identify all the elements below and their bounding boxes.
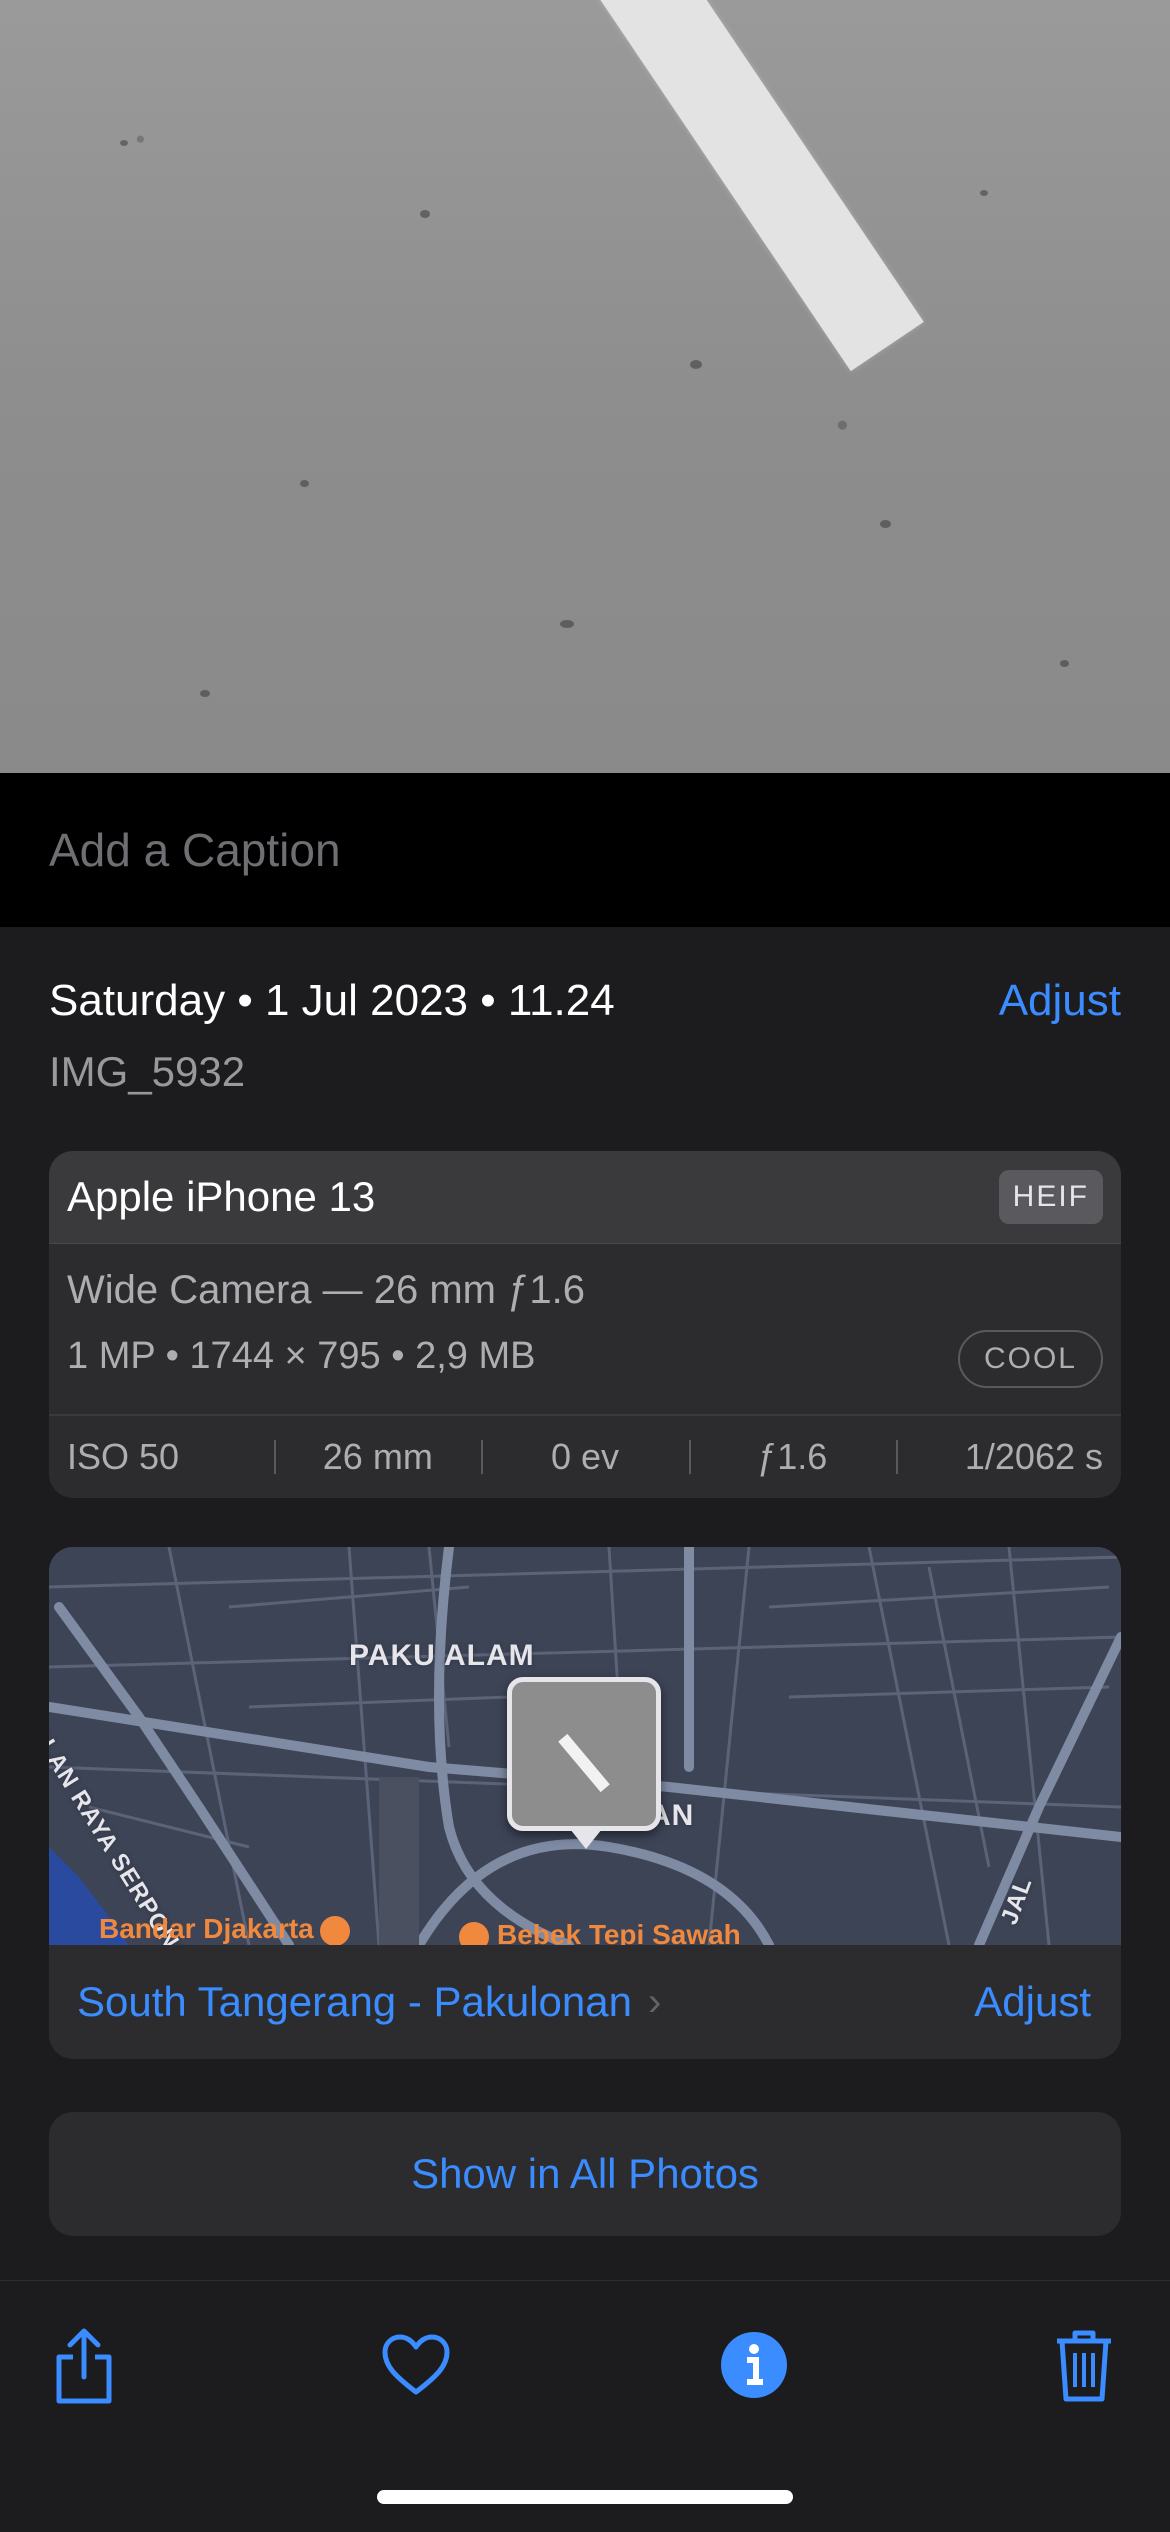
map-poi-restaurant[interactable]: Bandar Djakarta	[99, 1913, 350, 1945]
filter-badge: COOL	[957, 1330, 1103, 1388]
map-label-district: PAKU ALAM	[349, 1639, 535, 1672]
exif-focal-length: 26 mm	[274, 1436, 481, 1478]
trash-icon	[1057, 2330, 1111, 2402]
location-link[interactable]: South Tangerang - Pakulonan ›	[77, 1978, 661, 2026]
restaurant-icon	[319, 1915, 350, 1945]
format-badge: HEIF	[998, 1170, 1103, 1224]
caption-input[interactable]	[49, 823, 949, 877]
exif-exposure-bias: 0 ev	[481, 1436, 688, 1478]
location-footer: South Tangerang - Pakulonan › Adjust	[49, 1945, 1121, 2059]
adjust-location-button[interactable]: Adjust	[974, 1978, 1091, 2026]
road-marking	[560, 0, 924, 372]
info-icon	[721, 2332, 787, 2398]
photo-location-pin[interactable]	[507, 1677, 661, 1831]
camera-details: Wide Camera — 26 mm ƒ1.6 1 MP • 1744 × 7…	[49, 1243, 1121, 1413]
adjust-datetime-button[interactable]: Adjust	[999, 976, 1121, 1026]
show-in-all-photos-button[interactable]: Show in All Photos	[49, 2112, 1121, 2236]
exif-shutter-speed: 1/2062 s	[895, 1436, 1121, 1478]
exif-iso: ISO 50	[67, 1436, 180, 1477]
photo-datetime: Saturday • 1 Jul 2023 • 11.24	[49, 976, 615, 1025]
camera-model: Apple iPhone 13	[67, 1173, 376, 1220]
lens-info: Wide Camera — 26 mm ƒ1.6	[67, 1268, 585, 1312]
chevron-right-icon: ›	[647, 1979, 662, 2024]
poi-label: Bandar Djakarta	[99, 1913, 314, 1944]
photo-preview[interactable]	[0, 0, 1170, 773]
exif-aperture: ƒ1.6	[688, 1436, 896, 1478]
delete-button[interactable]	[1040, 2321, 1128, 2409]
caption-bar	[0, 773, 1170, 927]
pin-pointer	[570, 1829, 602, 1849]
favorite-button[interactable]	[372, 2321, 460, 2409]
camera-info-card: Apple iPhone 13 HEIF Wide Camera — 26 mm…	[49, 1151, 1121, 1498]
image-specs: 1 MP • 1744 × 795 • 2,9 MB	[67, 1335, 536, 1377]
share-button[interactable]	[40, 2321, 128, 2409]
location-name: South Tangerang - Pakulonan	[77, 1978, 632, 2025]
exif-row: ISO 50 26 mm 0 ev ƒ1.6 1/2062 s	[49, 1414, 1121, 1498]
camera-header: Apple iPhone 13 HEIF	[49, 1151, 1121, 1243]
share-icon	[56, 2328, 112, 2404]
restaurant-icon	[459, 1921, 489, 1945]
poi-label: Bebek Tepi Sawah	[497, 1919, 741, 1945]
location-card: PAKU ALAM JALAN RAYA SERPONG AN JAL Band…	[49, 1547, 1121, 2059]
info-button[interactable]	[710, 2321, 798, 2409]
pin-thumbnail	[558, 1733, 610, 1793]
home-indicator[interactable]	[377, 2490, 793, 2504]
location-map[interactable]: PAKU ALAM JALAN RAYA SERPONG AN JAL Band…	[49, 1547, 1121, 1945]
heart-icon	[382, 2334, 450, 2395]
photo-filename: IMG_5932	[49, 1048, 246, 1095]
map-poi-restaurant-2[interactable]: Bebek Tepi Sawah	[459, 1919, 741, 1945]
